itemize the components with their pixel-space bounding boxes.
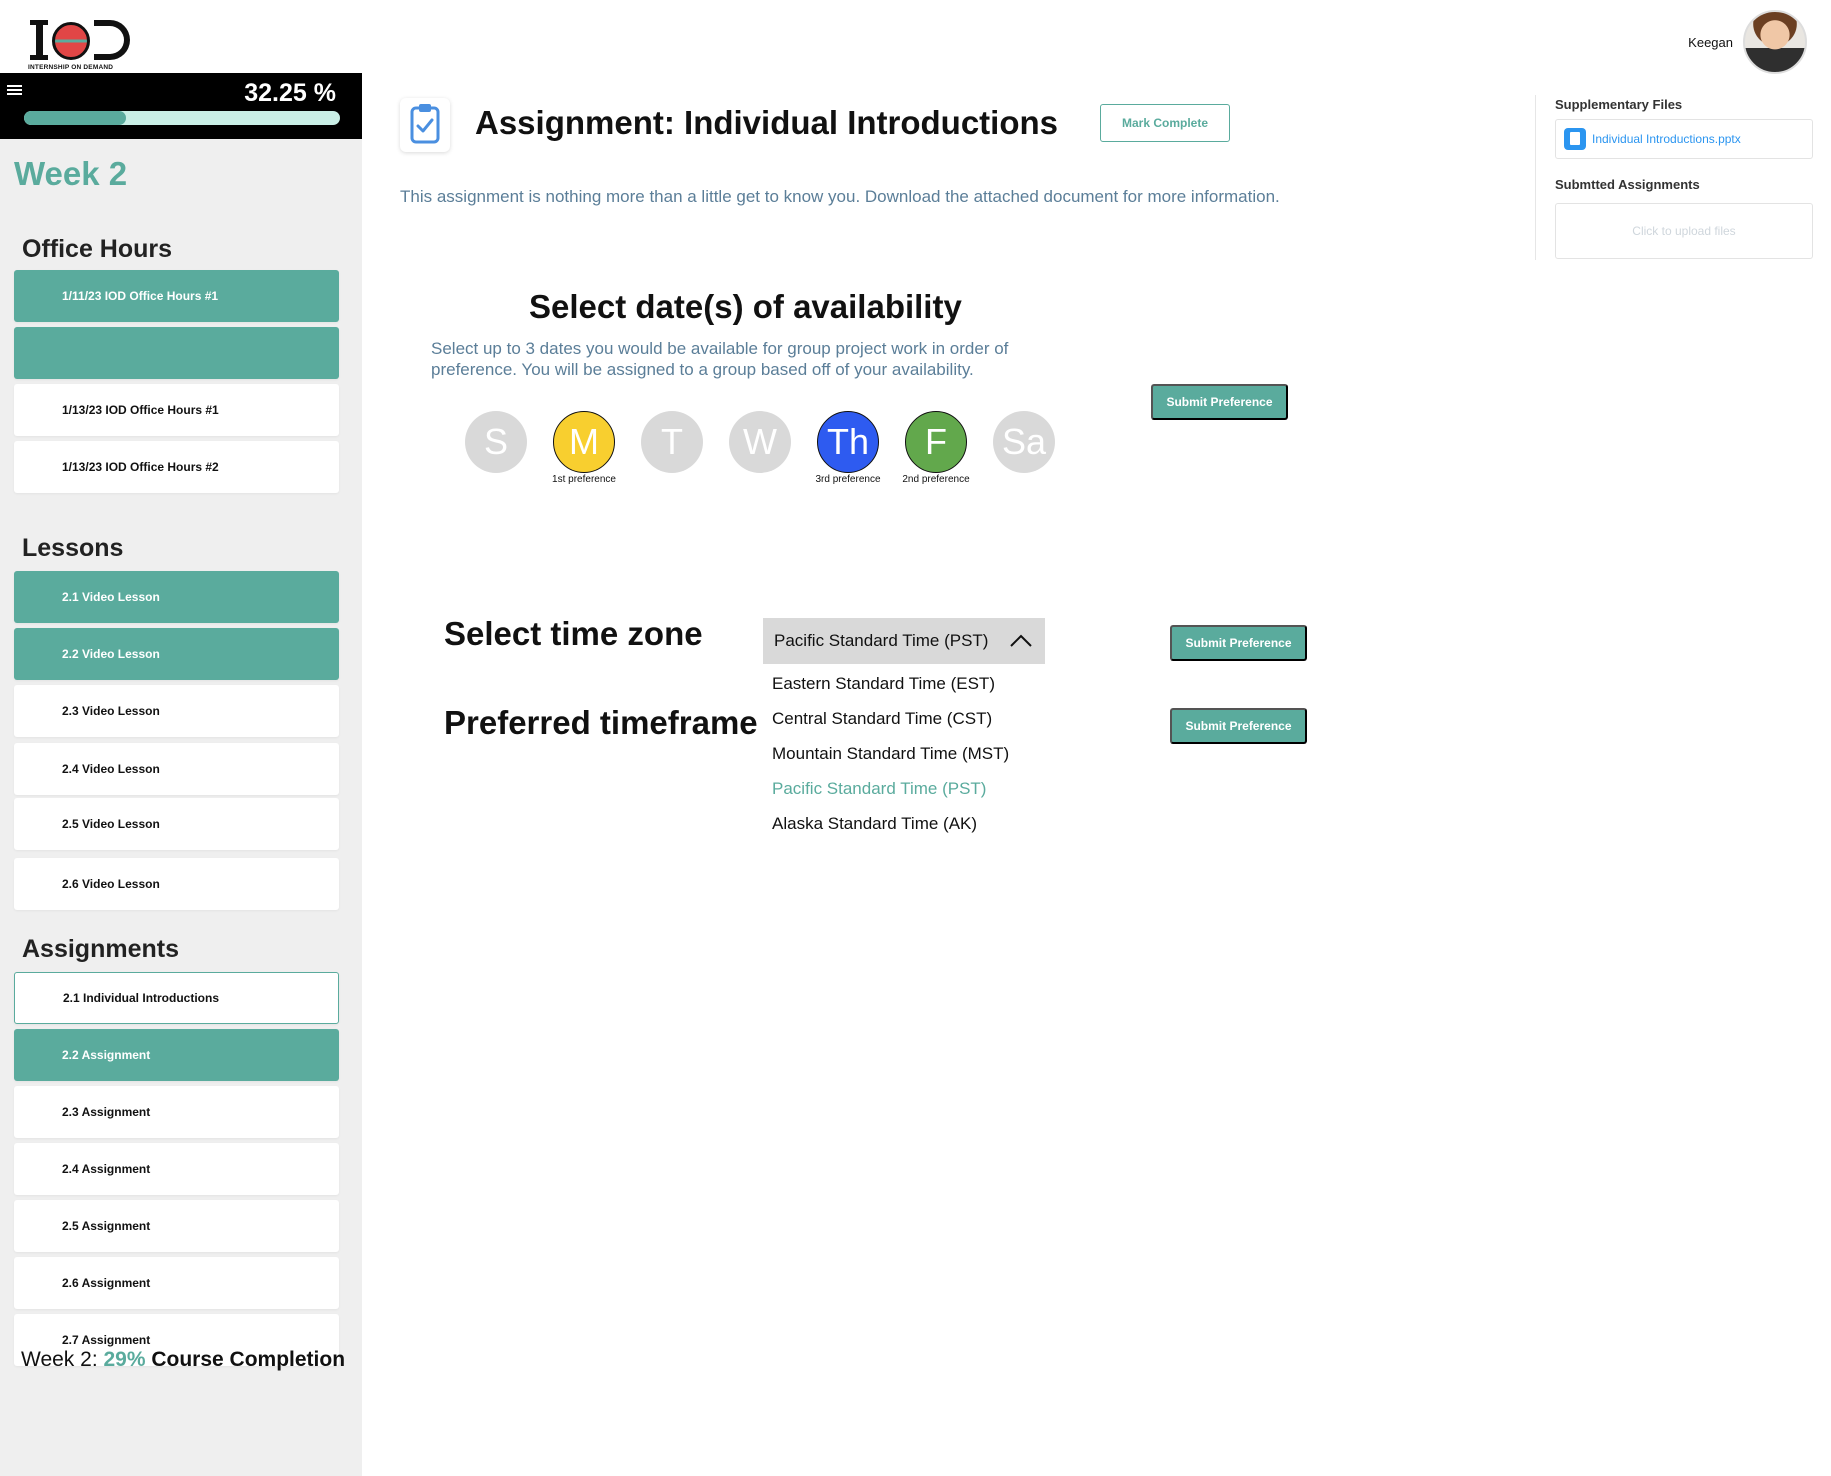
hamburger-menu-icon[interactable] [7,85,22,95]
timezone-option[interactable]: Eastern Standard Time (EST) [772,674,995,694]
submit-timezone-button[interactable]: Submit Preference [1170,625,1307,661]
lesson-item[interactable]: 2.6 Video Lesson [14,858,339,910]
timezone-option[interactable]: Central Standard Time (CST) [772,709,992,729]
day-toggle[interactable]: W [729,411,791,473]
assignment-item-label: 2.5 Assignment [62,1219,151,1233]
week-title: Week 2 [14,155,128,192]
day-preference-label: 1st preference [552,474,616,485]
page-title: Assignment: Individual Introductions [475,104,1059,141]
assignment-item-label: 2.2 Assignment [62,1048,151,1062]
lessons-heading: Lessons [22,534,124,562]
logo-letter-i [30,20,48,60]
right-panel-divider [1535,95,1536,260]
mark-complete-button[interactable]: Mark Complete [1100,104,1230,142]
progress-percent: 32.25 % [244,79,336,107]
logo-tagline: INTERNSHIP ON DEMAND [28,64,114,71]
day-toggle[interactable]: M [553,411,615,473]
supplementary-file[interactable]: Individual Introductions.pptx [1555,119,1813,159]
office-hours-item[interactable]: 1/13/23 IOD Office Hours #1 [14,384,339,436]
user-menu[interactable]: Keegan [1688,10,1807,74]
assignments-heading: Assignments [22,935,179,963]
day-preference-label: 2nd preference [902,474,970,485]
document-icon [1564,128,1586,150]
timezone-select[interactable]: Pacific Standard Time (PST) [763,618,1045,664]
office-hours-heading: Office Hours [22,235,173,263]
timeframe-title: Preferred timeframe [444,704,758,741]
availability-description: Select up to 3 dates you would be availa… [431,339,1009,379]
assignment-item-label: 2.4 Assignment [62,1162,151,1176]
lesson-item[interactable]: 2.2 Video Lesson [14,628,339,680]
sidebar: 32.25 % Week 2 Office Hours 1/11/23 IOD … [0,73,362,1476]
day-toggle[interactable]: F [905,411,967,473]
office-hours-item-label: 1/13/23 IOD Office Hours #1 [62,403,219,417]
day-toggle[interactable]: S [465,411,527,473]
avatar[interactable] [1743,10,1807,74]
assignment-item[interactable]: 2.6 Assignment [14,1257,339,1309]
lesson-item-label: 2.2 Video Lesson [62,647,160,661]
assignment-item[interactable]: 2.1 Individual Introductions [14,972,339,1024]
timezone-option[interactable]: Pacific Standard Time (PST) [772,779,986,799]
office-hours-item[interactable] [14,327,339,379]
lesson-item[interactable]: 2.5 Video Lesson [14,798,339,850]
timezone-option[interactable]: Mountain Standard Time (MST) [772,744,1009,764]
day-preference-label: 3rd preference [815,474,881,485]
timezone-selected-value: Pacific Standard Time (PST) [774,631,989,650]
lesson-item-label: 2.3 Video Lesson [62,704,160,718]
progress-bar [24,111,340,125]
submitted-assignments-heading: Submtted Assignments [1555,177,1700,192]
lesson-item-label: 2.4 Video Lesson [62,762,160,776]
lesson-item[interactable]: 2.1 Video Lesson [14,571,339,623]
assignment-item-label: 2.6 Assignment [62,1276,151,1290]
completion-label: Course Completion [145,1348,346,1371]
office-hours-item-label: 1/13/23 IOD Office Hours #2 [62,460,219,474]
user-name: Keegan [1688,34,1733,50]
submit-availability-button[interactable]: Submit Preference [1151,384,1288,420]
assignment-item[interactable]: 2.2 Assignment [14,1029,339,1081]
day-toggle[interactable]: Sa [993,411,1055,473]
assignment-item-label: 2.1 Individual Introductions [63,991,220,1005]
supplementary-files-heading: Supplementary Files [1555,97,1683,112]
availability-title: Select date(s) of availability [529,288,962,325]
day-toggle[interactable]: T [641,411,703,473]
logo-letter-o [52,22,90,60]
office-hours-item[interactable]: 1/13/23 IOD Office Hours #2 [14,441,339,493]
assignment-item[interactable]: 2.4 Assignment [14,1143,339,1195]
assignment-item-label: 2.7 Assignment [62,1333,151,1347]
logo-letter-d [94,20,130,60]
assignment-item[interactable]: 2.3 Assignment [14,1086,339,1138]
course-completion: Week 2: 29% Course Completion [21,1348,345,1372]
chevron-up-icon [1010,634,1032,647]
office-hours-item-label: 1/11/23 IOD Office Hours #1 [62,289,219,303]
app-root: INTERNSHIP ON DEMAND Keegan 32.25 % Week… [0,0,1831,1476]
lesson-item-label: 2.6 Video Lesson [62,877,160,891]
assignment-description: This assignment is nothing more than a l… [400,187,1280,206]
assignment-item[interactable]: 2.5 Assignment [14,1200,339,1252]
progress-header: 32.25 % [0,73,362,139]
lesson-item[interactable]: 2.4 Video Lesson [14,743,339,795]
assignment-item-label: 2.3 Assignment [62,1105,151,1119]
iod-logo[interactable]: INTERNSHIP ON DEMAND [28,16,138,71]
timezone-title: Select time zone [444,615,703,652]
submit-timeframe-button[interactable]: Submit Preference [1170,708,1307,744]
clipboard-check-icon [400,98,450,152]
lesson-item-label: 2.5 Video Lesson [62,817,160,831]
completion-prefix: Week 2: [21,1348,104,1371]
lesson-item-label: 2.1 Video Lesson [62,590,160,604]
progress-fill [24,111,126,125]
lesson-item[interactable]: 2.3 Video Lesson [14,685,339,737]
day-toggle[interactable]: Th [817,411,879,473]
completion-percent: 29% [103,1348,146,1371]
upload-dropzone[interactable]: Click to upload files [1555,203,1813,259]
file-name-link[interactable]: Individual Introductions.pptx [1592,132,1741,146]
timezone-option[interactable]: Alaska Standard Time (AK) [772,814,977,834]
office-hours-item[interactable]: 1/11/23 IOD Office Hours #1 [14,270,339,322]
